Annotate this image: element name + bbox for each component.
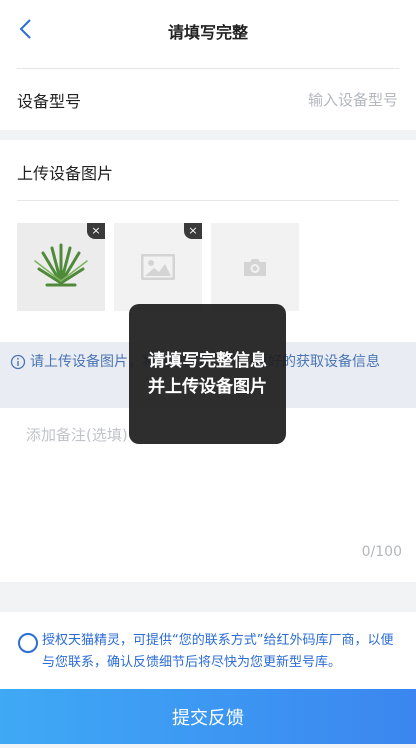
camera-icon [244, 259, 266, 276]
toast-line-1: 请填写完整信息 [148, 351, 267, 371]
uploaded-image-thumbnail[interactable]: × [17, 223, 105, 311]
image-placeholder-slot[interactable]: × [114, 223, 202, 311]
page-title: 请填写完整 [167, 23, 248, 42]
device-model-input[interactable] [238, 89, 398, 111]
nav-bar: 请填写完整 [0, 0, 416, 58]
consent-row: 授权天猫精灵，可提供“您的联系方式”给红外码库厂商，以便与您联系，确认反馈细节后… [0, 612, 416, 690]
submit-feedback-button[interactable]: 提交反馈 [0, 689, 416, 744]
delete-image-button[interactable]: × [184, 223, 202, 239]
toast-line-2: 并上传设备图片 [148, 377, 267, 397]
device-model-label: 设备型号 [17, 92, 82, 111]
divider [17, 200, 399, 201]
add-image-button[interactable] [211, 223, 299, 311]
consent-text: 授权天猫精灵，可提供“您的联系方式”给红外码库厂商，以便与您联系，确认反馈细节后… [42, 633, 394, 670]
toast-message: 请填写完整信息 并上传设备图片 [129, 304, 286, 444]
delete-image-button[interactable]: × [87, 223, 105, 239]
image-placeholder-icon [141, 254, 175, 280]
radio-unchecked-icon[interactable] [18, 633, 38, 653]
info-icon [10, 354, 26, 370]
divider [17, 68, 399, 69]
char-counter: 0/100 [361, 544, 402, 560]
device-model-row: 设备型号 [0, 58, 416, 130]
upload-label: 上传设备图片 [17, 164, 114, 183]
